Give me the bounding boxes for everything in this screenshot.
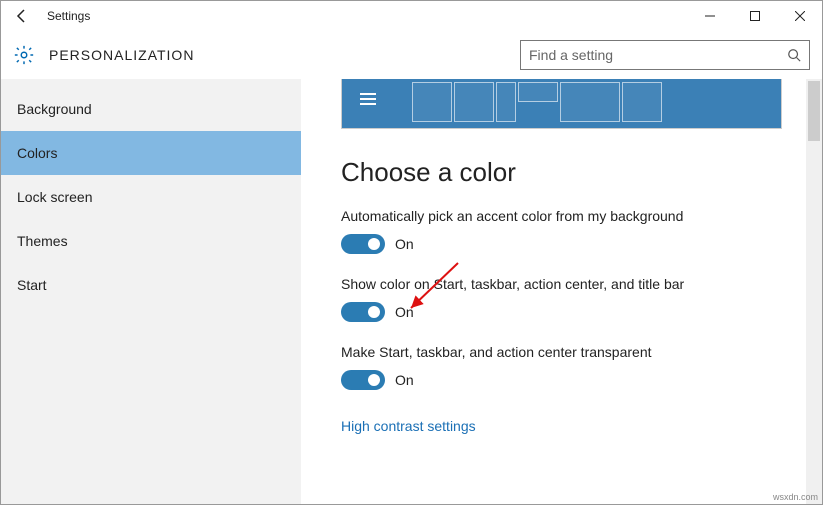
scrollbar[interactable] xyxy=(806,79,822,504)
color-preview xyxy=(341,79,782,129)
high-contrast-link[interactable]: High contrast settings xyxy=(341,418,476,434)
setting-auto-accent: Automatically pick an accent color from … xyxy=(341,208,782,254)
watermark: wsxdn.com xyxy=(773,492,818,502)
toggle-state: On xyxy=(395,236,414,252)
header-title: PERSONALIZATION xyxy=(49,47,520,63)
maximize-icon xyxy=(750,11,760,21)
maximize-button[interactable] xyxy=(732,1,777,31)
sidebar-item-start[interactable]: Start xyxy=(1,263,301,307)
header: PERSONALIZATION xyxy=(1,31,822,79)
search-icon xyxy=(787,48,801,62)
settings-window: Settings PERSONALIZATION Background Co xyxy=(0,0,823,505)
close-icon xyxy=(795,11,805,21)
setting-label: Make Start, taskbar, and action center t… xyxy=(341,344,782,360)
toggle-show-color[interactable] xyxy=(341,302,385,322)
setting-transparent: Make Start, taskbar, and action center t… xyxy=(341,344,782,390)
toggle-state: On xyxy=(395,372,414,388)
back-button[interactable] xyxy=(1,1,43,31)
toggle-state: On xyxy=(395,304,414,320)
gear-icon xyxy=(13,44,35,66)
sidebar-item-colors[interactable]: Colors xyxy=(1,131,301,175)
sidebar: Background Colors Lock screen Themes Sta… xyxy=(1,79,301,504)
hamburger-icon xyxy=(360,93,376,108)
minimize-button[interactable] xyxy=(687,1,732,31)
toggle-auto-accent[interactable] xyxy=(341,234,385,254)
setting-label: Automatically pick an accent color from … xyxy=(341,208,782,224)
search-input[interactable] xyxy=(529,47,787,63)
scrollbar-thumb[interactable] xyxy=(808,81,820,141)
content-pane: Choose a color Automatically pick an acc… xyxy=(301,79,822,504)
window-title: Settings xyxy=(47,9,687,23)
arrow-left-icon xyxy=(14,8,30,24)
titlebar: Settings xyxy=(1,1,822,31)
sidebar-item-themes[interactable]: Themes xyxy=(1,219,301,263)
setting-show-color: Show color on Start, taskbar, action cen… xyxy=(341,276,782,322)
sidebar-item-lock-screen[interactable]: Lock screen xyxy=(1,175,301,219)
minimize-icon xyxy=(705,11,715,21)
search-box[interactable] xyxy=(520,40,810,70)
setting-label: Show color on Start, taskbar, action cen… xyxy=(341,276,782,292)
sidebar-item-background[interactable]: Background xyxy=(1,87,301,131)
section-title: Choose a color xyxy=(341,157,782,188)
body: Background Colors Lock screen Themes Sta… xyxy=(1,79,822,504)
window-controls xyxy=(687,1,822,31)
toggle-transparent[interactable] xyxy=(341,370,385,390)
close-button[interactable] xyxy=(777,1,822,31)
preview-tiles xyxy=(412,82,662,122)
